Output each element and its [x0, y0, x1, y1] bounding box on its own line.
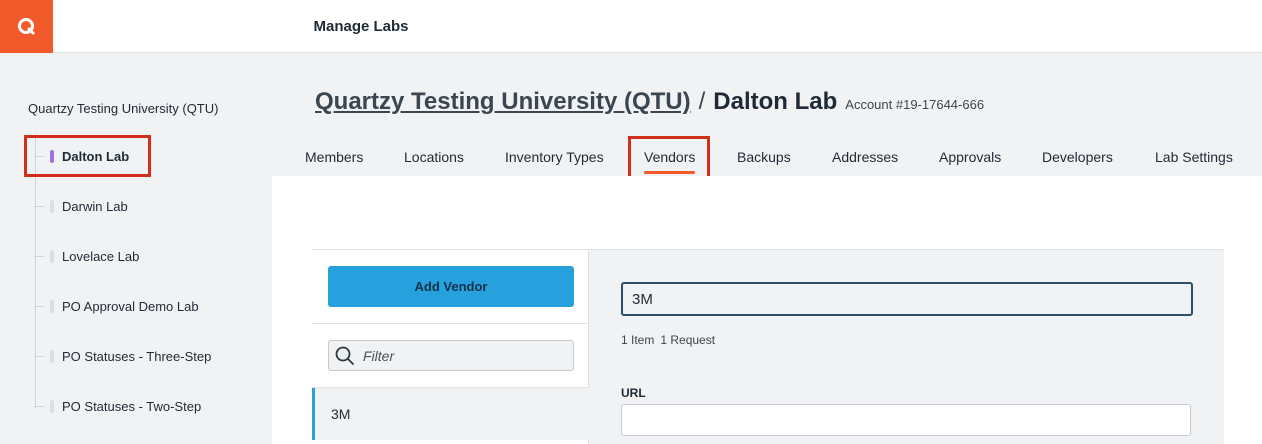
lab-sidebar: Quartzy Testing University (QTU) Dalton …	[0, 54, 272, 444]
vendor-name-input[interactable]	[621, 282, 1193, 316]
lab-marker	[50, 349, 54, 363]
filter-input[interactable]	[363, 347, 563, 364]
lab-marker	[50, 199, 54, 213]
sidebar-item-dalton-lab[interactable]: Dalton Lab	[34, 145, 129, 167]
lab-marker	[50, 249, 54, 263]
tab-inventory-types[interactable]: Inventory Types	[505, 149, 604, 165]
tab-developers[interactable]: Developers	[1042, 149, 1113, 165]
tree-connector	[34, 355, 44, 357]
vendor-list: Add Vendor 3M	[312, 250, 589, 444]
account-number: Account #19-17644-666	[845, 97, 985, 112]
sidebar-item-label: Lovelace Lab	[62, 248, 140, 264]
sidebar-item-po-statuses-two-step[interactable]: PO Statuses - Two-Step	[34, 395, 201, 417]
tab-addresses[interactable]: Addresses	[832, 149, 898, 165]
tree-connector	[34, 305, 44, 307]
item-count: 1 Item	[621, 333, 655, 347]
sidebar-org-name[interactable]: Quartzy Testing University (QTU)	[28, 101, 218, 116]
url-label: URL	[621, 386, 646, 400]
vendor-panel: Add Vendor 3M 1 Item 1 Request	[312, 249, 1224, 444]
sidebar-item-po-statuses-three-step[interactable]: PO Statuses - Three-Step	[34, 345, 211, 367]
tab-locations[interactable]: Locations	[404, 149, 464, 165]
top-bar: Manage Labs	[0, 0, 1262, 53]
vendor-name: 3M	[331, 406, 351, 422]
vendor-counts: 1 Item 1 Request	[621, 333, 715, 347]
vendor-detail: 1 Item 1 Request URL	[621, 250, 1224, 444]
tree-connector	[34, 205, 44, 207]
sidebar-item-lovelace-lab[interactable]: Lovelace Lab	[34, 245, 139, 267]
vendor-list-item[interactable]: 3M	[312, 388, 589, 440]
sidebar-item-label: PO Statuses - Two-Step	[62, 398, 202, 414]
lab-marker	[50, 299, 54, 313]
lab-marker	[50, 399, 54, 413]
sidebar-item-label: Dalton Lab	[62, 148, 130, 164]
search-icon	[335, 346, 354, 365]
lab-tabs: Members Locations Inventory Types Vendor…	[272, 136, 1262, 182]
tab-vendors[interactable]: Vendors	[644, 149, 696, 174]
tab-lab-settings[interactable]: Lab Settings	[1155, 149, 1233, 165]
tree-connector	[34, 155, 44, 157]
url-input[interactable]	[621, 404, 1191, 436]
main-content: Quartzy Testing University (QTU) / Dalto…	[272, 54, 1262, 444]
tree-connector	[34, 405, 44, 407]
breadcrumb-separator: /	[698, 88, 706, 115]
divider	[312, 323, 589, 324]
sidebar-item-po-approval-demo-lab[interactable]: PO Approval Demo Lab	[34, 295, 199, 317]
sidebar-item-label: Darwin Lab	[62, 198, 128, 214]
tree-connector	[34, 255, 44, 257]
request-count: 1 Request	[660, 333, 716, 347]
vendors-content: Add Vendor 3M 1 Item 1 Request	[272, 176, 1262, 444]
page-title-text: Manage Labs	[313, 18, 409, 35]
filter-field[interactable]	[328, 340, 574, 371]
sidebar-item-label: PO Approval Demo Lab	[62, 298, 199, 314]
breadcrumb-org-link[interactable]: Quartzy Testing University (QTU)	[315, 88, 691, 116]
active-marker	[50, 149, 54, 163]
breadcrumb: Quartzy Testing University (QTU) / Dalto…	[315, 88, 984, 116]
sidebar-item-darwin-lab[interactable]: Darwin Lab	[34, 195, 128, 217]
tab-approvals[interactable]: Approvals	[939, 149, 1001, 165]
add-vendor-button[interactable]: Add Vendor	[328, 266, 574, 307]
page-title: Manage Labs	[0, 0, 1262, 53]
tab-members[interactable]: Members	[305, 149, 363, 165]
tab-backups[interactable]: Backups	[737, 149, 791, 165]
sidebar-item-label: PO Statuses - Three-Step	[62, 348, 212, 364]
breadcrumb-lab-name: Dalton Lab	[713, 88, 838, 115]
